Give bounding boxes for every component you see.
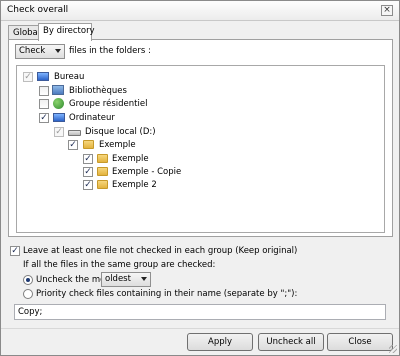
window-title: Check overall [7, 5, 69, 15]
drive-icon [68, 130, 81, 136]
tab-global[interactable]: Global [8, 25, 40, 40]
resize-grip[interactable] [389, 345, 397, 353]
tree-label: Ordinateur [69, 113, 115, 123]
tree-label: Exemple 2 [112, 180, 157, 190]
computer-icon [53, 113, 65, 122]
uncheck-most-select[interactable]: oldest [101, 272, 151, 287]
tree-checkbox[interactable]: ✓ [54, 127, 64, 137]
tree-checkbox[interactable] [39, 99, 49, 109]
priority-radio[interactable] [23, 289, 33, 299]
close-button[interactable]: Close [327, 333, 393, 351]
check-overall-dialog: Check overall × Global By directory Chec… [0, 0, 400, 356]
apply-button[interactable]: Apply [187, 333, 253, 351]
tree-checkbox[interactable]: ✓ [39, 113, 49, 123]
folder-tree[interactable]: ✓ Bureau Bibliothèques Groupe résidentie… [16, 65, 385, 233]
chevron-down-icon [55, 49, 61, 53]
action-select[interactable]: Check [15, 44, 65, 59]
action-suffix-label: files in the folders : [69, 46, 151, 56]
same-group-label: If all the files in the same group are c… [23, 260, 216, 270]
tree-checkbox[interactable] [39, 86, 49, 96]
tree-label: Exemple [99, 140, 136, 150]
tree-checkbox[interactable]: ✓ [68, 140, 78, 150]
close-window-button[interactable]: × [381, 5, 393, 16]
by-directory-panel: Check files in the folders : ✓ Bureau Bi… [8, 39, 393, 237]
uncheck-most-radio[interactable] [23, 275, 33, 285]
tree-checkbox[interactable]: ✓ [83, 180, 93, 190]
priority-names-input[interactable]: Copy; [14, 304, 386, 320]
tree-label: Groupe résidentiel [69, 99, 148, 109]
tree-label: Disque local (D:) [85, 127, 156, 137]
tree-label: Bibliothèques [69, 86, 127, 96]
priority-names-value: Copy; [18, 307, 43, 317]
title-bar: Check overall × [1, 1, 399, 21]
desktop-icon [37, 72, 49, 81]
chevron-down-icon [141, 277, 147, 281]
keep-original-checkbox[interactable]: ✓ [10, 246, 20, 256]
library-icon [52, 85, 64, 95]
action-select-value: Check [19, 46, 46, 56]
folder-icon [97, 180, 108, 189]
folder-icon [83, 140, 94, 149]
tab-by-directory[interactable]: By directory [38, 23, 95, 41]
tree-checkbox[interactable]: ✓ [83, 154, 93, 164]
tree-label: Bureau [54, 72, 85, 82]
keep-original-label: Leave at least one file not checked in e… [23, 246, 298, 256]
uncheck-most-value: oldest [105, 274, 131, 284]
tree-label: Exemple - Copie [112, 167, 182, 177]
uncheck-all-button[interactable]: Uncheck all [258, 333, 324, 351]
tree-checkbox[interactable]: ✓ [23, 72, 33, 82]
folder-icon [97, 154, 108, 163]
tree-checkbox[interactable]: ✓ [83, 167, 93, 177]
priority-label: Priority check files containing in their… [36, 289, 298, 299]
homegroup-icon [53, 98, 64, 109]
folder-icon [97, 167, 108, 176]
tree-label: Exemple [112, 154, 149, 164]
dialog-footer: Apply Uncheck all Close [1, 328, 399, 355]
